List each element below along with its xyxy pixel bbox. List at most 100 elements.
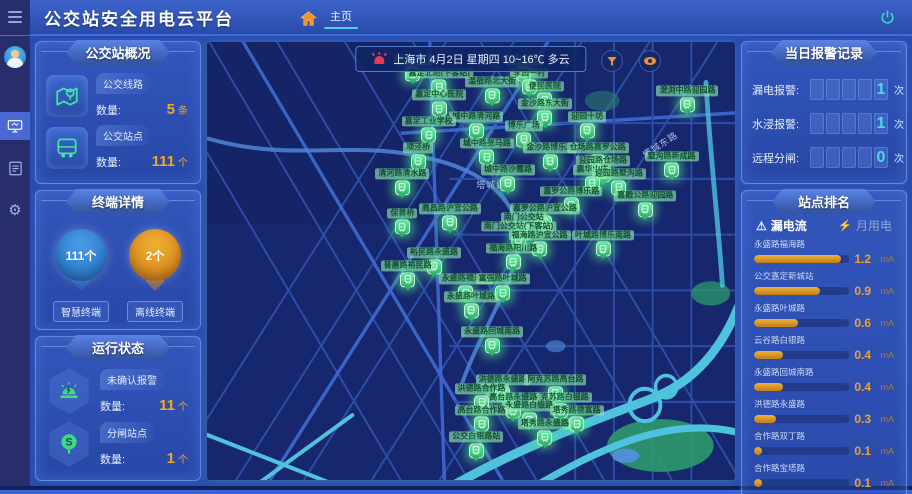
- terminal-pin: 2个: [129, 229, 181, 281]
- nav-home-label: 主页: [330, 8, 352, 24]
- map-station-marker[interactable]: 城中路沙霞路: [481, 164, 535, 191]
- ranking-unit: mA: [876, 414, 894, 424]
- nav-home[interactable]: 主页: [300, 0, 358, 36]
- terminal-label: 离线终端: [127, 301, 183, 322]
- map-station-label: 阿克苏路高台路: [524, 375, 586, 386]
- map-station-label: 嘉定中心医院: [412, 90, 466, 101]
- map-station-marker[interactable]: 保善桥: [387, 208, 417, 235]
- ranking-tab-monthly[interactable]: ⚡月用电: [838, 217, 892, 234]
- map-station-marker[interactable]: 叶城路博乐南路: [572, 230, 634, 257]
- digit-box: [842, 113, 856, 134]
- map-canvas[interactable]: 上海市 4月2日 星期四 10~16℃ 多云 塔城东路塔城路 嘉定北站嘉定北站(…: [206, 41, 736, 481]
- ranking-unit: mA: [876, 254, 894, 264]
- map-station-marker[interactable]: 嘉定工业学校: [402, 116, 456, 143]
- ranking-row: 云谷路白银路0.4mA: [754, 334, 894, 362]
- menu-toggle-button[interactable]: [0, 0, 30, 35]
- map-station-marker[interactable]: 项泾桥: [403, 142, 433, 169]
- bus-marker-icon: [395, 180, 410, 195]
- bus-marker-icon: [680, 97, 695, 112]
- stat-item-label: 公交站点: [96, 125, 150, 146]
- count-value: 111: [152, 153, 175, 170]
- map-station-marker[interactable]: 永盛路回城南路: [461, 326, 523, 353]
- bus-marker-icon: [464, 303, 479, 318]
- map-station-marker[interactable]: 墅沟路新成路: [645, 151, 699, 178]
- map-station-label: 城中路张马路: [460, 138, 514, 149]
- power-icon: [879, 9, 896, 26]
- map-station-marker[interactable]: 城中路清河路: [449, 112, 503, 139]
- stat-item-label: 公交线路: [96, 73, 150, 94]
- home-icon: [300, 11, 317, 26]
- map-station-marker[interactable]: 普惠路裕民路: [381, 261, 435, 288]
- map-station-label: 迎园路墅沟路: [592, 169, 646, 180]
- ranking-bar-track: [754, 383, 849, 391]
- bus-marker-icon: [395, 220, 410, 235]
- bus-marker-icon: [485, 338, 500, 353]
- bus-marker-icon: [580, 123, 595, 138]
- sidebar-rail: ⚙: [0, 36, 30, 486]
- bus-marker-icon: [596, 242, 611, 257]
- bus-marker-icon: [400, 272, 415, 287]
- map-visibility-button[interactable]: [639, 50, 661, 72]
- map-station-label: 金沙路东大街: [518, 99, 572, 110]
- ranking-unit: mA: [876, 350, 894, 360]
- ranking-value: 0.9: [854, 284, 871, 298]
- ranking-bar-track: [754, 287, 849, 295]
- map-station-marker[interactable]: 高台路合作路: [455, 405, 509, 432]
- stat-item: 公交站点数量:111个: [46, 125, 190, 170]
- map-station-marker[interactable]: 清河路清水路: [375, 169, 429, 196]
- sidebar-item-records[interactable]: [0, 154, 30, 182]
- map-station-marker[interactable]: 永盛路叶城路: [444, 291, 498, 318]
- stat-item: 分闸站点数量:1个: [46, 421, 190, 467]
- alarm-record-unit: 次: [894, 116, 904, 131]
- ranking-bar-track: [754, 479, 849, 487]
- ranking-unit: mA: [876, 318, 894, 328]
- ranking-station-name: 合作路宝塔路: [754, 462, 894, 474]
- map-station-marker[interactable]: 福海路阳川路: [486, 243, 540, 270]
- terminal-count: 2个: [146, 247, 165, 264]
- map-filter-button[interactable]: [601, 50, 623, 72]
- ranking-value: 0.1: [854, 444, 871, 458]
- alarm-record-unit: 次: [894, 150, 904, 165]
- lightning-icon: ⚡: [838, 219, 852, 232]
- map-station-marker[interactable]: 公交白银路站: [449, 432, 503, 459]
- bus-marker-icon: [432, 101, 447, 116]
- map-station-marker[interactable]: 温宿路北大街: [465, 77, 519, 104]
- ranking-value: 0.6: [854, 316, 871, 330]
- bus-icon: [46, 127, 88, 169]
- map-station-label: 叶城路博乐南路: [572, 230, 634, 241]
- sidebar-item-dashboard[interactable]: [0, 112, 30, 140]
- ranking-tab-leakage[interactable]: ⚠漏电流: [756, 217, 807, 234]
- route-map-icon: [46, 75, 88, 117]
- ranking-station-name: 合作路双丁路: [754, 430, 894, 442]
- map-station-label: 嘉戬公路迎园路: [614, 191, 676, 202]
- ranking-bar-fill: [754, 351, 783, 359]
- weather-bar: 上海市 4月2日 星期四 10~16℃ 多云: [355, 46, 586, 72]
- weather-text: 上海市 4月2日 星期四 10~16℃ 多云: [393, 51, 569, 67]
- power-button[interactable]: [879, 9, 896, 26]
- alarm-record-row: 水浸报警:1次: [752, 113, 896, 134]
- bus-marker-icon: [469, 443, 484, 458]
- map-station-label: 便民医院: [526, 81, 564, 92]
- bus-marker-icon: [664, 163, 679, 178]
- panel-overview-title: 公交站概况: [66, 40, 170, 65]
- map-station-marker[interactable]: 澄浏中路迎园路: [656, 85, 718, 112]
- ranking-bar-track: [754, 351, 849, 359]
- ranking-station-name: 永盛路叶城路: [754, 302, 894, 314]
- map-station-marker[interactable]: 嘉戬公路迎园路: [614, 191, 676, 218]
- map-station-marker[interactable]: 高昌路沪宜公路: [419, 204, 481, 231]
- map-station-marker[interactable]: 迎园十坊: [568, 112, 606, 139]
- bus-marker-icon: [469, 123, 484, 138]
- map-station-marker[interactable]: 塔秀路永盛路: [518, 418, 572, 445]
- digit-box: [842, 147, 856, 168]
- records-list-icon: [8, 161, 23, 176]
- digit-box: [826, 113, 840, 134]
- panel-alarm-records: 当日报警记录 漏电报警:1次水浸报警:1次远程分闸:0次: [741, 41, 907, 184]
- map-station-label: 博乐广场: [505, 121, 543, 132]
- panel-status-title: 运行状态: [66, 335, 170, 360]
- bus-marker-icon: [411, 154, 426, 169]
- user-avatar[interactable]: [4, 46, 26, 68]
- sidebar-item-settings[interactable]: ⚙: [0, 196, 30, 224]
- map-station-label: 高昌路沪宜公路: [419, 204, 481, 215]
- map-station-marker[interactable]: 城中路张马路: [460, 138, 514, 165]
- alarm-record-label: 水浸报警:: [752, 116, 810, 132]
